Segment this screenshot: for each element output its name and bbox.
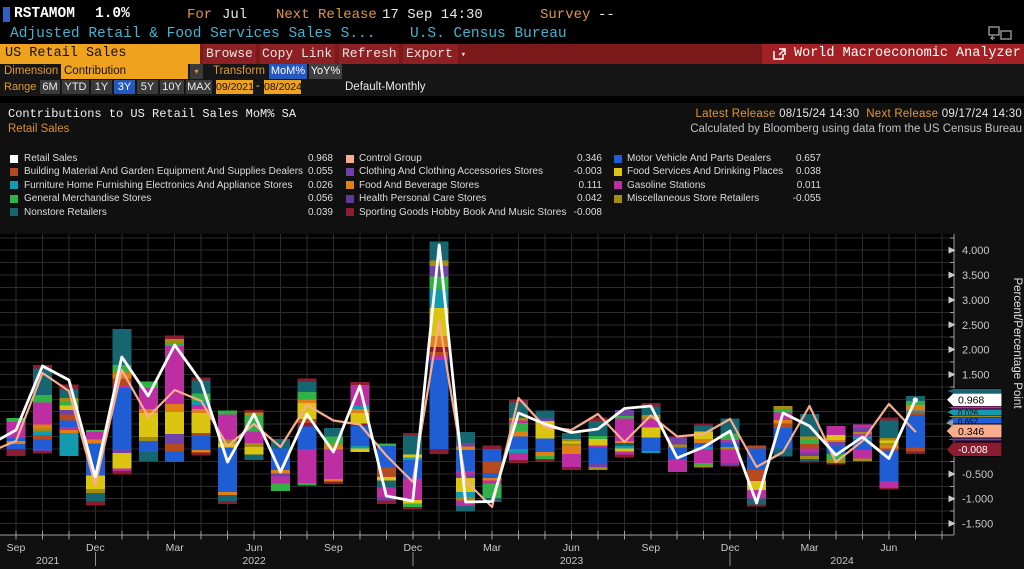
svg-text:Jun: Jun: [880, 542, 897, 554]
svg-text:2023: 2023: [560, 555, 584, 567]
svg-text:4.000: 4.000: [962, 245, 990, 257]
svg-text:-1.000: -1.000: [962, 494, 993, 506]
svg-text:1.500: 1.500: [962, 369, 990, 381]
svg-text:Jun: Jun: [246, 542, 263, 554]
svg-text:2021: 2021: [36, 555, 60, 567]
svg-text:Dec: Dec: [403, 542, 422, 554]
svg-text:-0.008: -0.008: [958, 444, 988, 456]
svg-text:2024: 2024: [830, 555, 854, 567]
svg-text:Percent/Percentage Point: Percent/Percentage Point: [1011, 277, 1023, 409]
svg-text:3.500: 3.500: [962, 270, 990, 282]
svg-text:3.000: 3.000: [962, 295, 990, 307]
svg-text:Sep: Sep: [641, 542, 660, 554]
svg-text:-0.500: -0.500: [962, 469, 993, 481]
svg-text:Mar: Mar: [166, 542, 185, 554]
svg-text:Mar: Mar: [800, 542, 819, 554]
svg-text:Mar: Mar: [483, 542, 502, 554]
svg-text:Jun: Jun: [563, 542, 580, 554]
svg-text:2.000: 2.000: [962, 345, 990, 357]
svg-text:Sep: Sep: [7, 542, 26, 554]
svg-text:2022: 2022: [242, 555, 266, 567]
svg-text:0.968: 0.968: [958, 395, 984, 407]
svg-text:2.500: 2.500: [962, 320, 990, 332]
svg-text:Dec: Dec: [86, 542, 105, 554]
svg-text:0.346: 0.346: [958, 426, 984, 438]
svg-text:-1.500: -1.500: [962, 519, 993, 531]
svg-text:Sep: Sep: [324, 542, 343, 554]
svg-text:Dec: Dec: [721, 542, 740, 554]
